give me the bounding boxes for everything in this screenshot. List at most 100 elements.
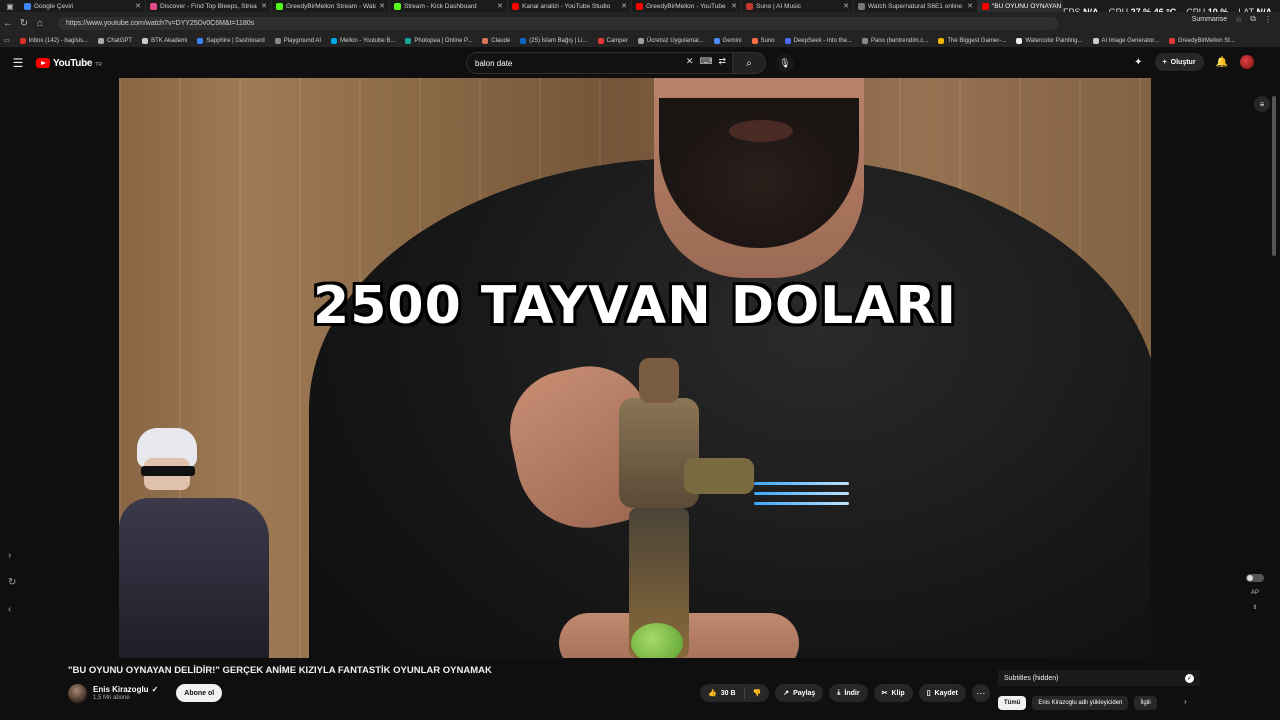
filter-chip[interactable]: Enis Kirazoglu adlı yükleyiciden [1032, 696, 1129, 710]
hamburger-menu-icon[interactable]: ☰ [0, 56, 36, 70]
bookmark-label: The Biggest Gamer-... [947, 37, 1007, 44]
youtube-logo[interactable]: YouTube TR [36, 58, 102, 69]
chips-next-icon[interactable]: › [1184, 697, 1187, 706]
bookmark-item[interactable]: Camper [597, 37, 628, 44]
kebab-menu-icon[interactable]: ⋮ [1264, 15, 1272, 24]
tab-close-icon[interactable]: ✕ [731, 2, 737, 10]
tab-close-icon[interactable]: ✕ [843, 2, 849, 10]
bookmark-item[interactable]: AI Image Generator... [1092, 37, 1159, 44]
bookmark-item[interactable]: Mellon - Youtube B... [331, 37, 395, 44]
video-player[interactable]: 2500 TAYVAN DOLARI [119, 78, 1151, 658]
bookmark-item[interactable]: Playground AI [274, 37, 321, 44]
filter-chip[interactable]: Tümü [998, 696, 1027, 710]
like-button[interactable]: 👍 30 B [700, 684, 744, 702]
tab-close-icon[interactable]: ✕ [967, 2, 973, 10]
clip-button[interactable]: ✂ Klip [873, 684, 913, 702]
bookmark-item[interactable]: Suno [751, 37, 775, 44]
tab-close-icon[interactable]: ✕ [621, 2, 627, 10]
filter-chip[interactable]: İlgili [1134, 696, 1157, 710]
scissors-icon: ✂ [881, 690, 888, 697]
tab-close-icon[interactable]: ✕ [261, 2, 267, 10]
bookmark-item[interactable]: BTK Akademi [142, 37, 187, 44]
extensions-icon[interactable]: ⧉ [1250, 14, 1256, 24]
dislike-button[interactable]: 👎 [745, 684, 770, 702]
browser-tab[interactable]: GreedyBirMellon Stream - Watch ✕ [272, 0, 390, 12]
keyboard-icon[interactable]: ⌨ [699, 56, 712, 67]
channel-name-row[interactable]: Enis Kirazoglu ✓ [93, 685, 158, 694]
download-button[interactable]: ⤓ İndir [829, 684, 868, 702]
like-dislike-group: 👍 30 B 👎 [700, 684, 770, 702]
translate-icon[interactable]: ⇄ [718, 56, 726, 67]
voice-search-icon[interactable]: 🎙 [776, 54, 794, 72]
green-ball [631, 623, 683, 658]
back-icon[interactable]: ← [0, 15, 16, 31]
plus-icon: + [1162, 58, 1167, 66]
right-side-controls: AP ⇕ [1246, 574, 1264, 611]
notifications-bell-icon[interactable]: 🔔 [1216, 57, 1228, 68]
bookmark-item[interactable]: Watercolor Painting... [1016, 37, 1083, 44]
bookmark-item[interactable]: GreedyBirMellon St... [1168, 37, 1235, 44]
share-button[interactable]: ↗ Paylaş [775, 684, 824, 702]
bookmark-item[interactable]: Sapphire | Dashboard [197, 37, 265, 44]
bookmark-item[interactable]: Ücretsiz Uygulamal... [637, 37, 704, 44]
search-inline-icons: ✕ ⌨ ⇄ [686, 56, 726, 67]
cast-icon[interactable]: ✦ [1134, 57, 1142, 68]
download-icon: ⤓ [837, 689, 841, 696]
tab-favicon-icon [982, 2, 989, 10]
browser-tab[interactable]: Watch Supernatural S6E1 online ✕ [854, 0, 978, 12]
account-avatar[interactable] [1240, 55, 1254, 69]
scrollbar-thumb[interactable] [1272, 96, 1276, 256]
page-scrollbar[interactable] [1272, 96, 1276, 716]
home-icon[interactable]: ⌂ [32, 15, 48, 31]
browser-tab[interactable]: Discover - Find Top Bleeps, Strea ✕ [146, 0, 272, 12]
tab-close-icon[interactable]: ✕ [135, 2, 141, 10]
bookmark-item[interactable]: Photopea | Online P... [405, 37, 472, 44]
bookmark-item[interactable]: DeepSeek - Into the... [784, 37, 852, 44]
anime-figure-blindfold [141, 466, 195, 476]
clear-search-icon[interactable]: ✕ [686, 56, 694, 67]
bookmark-item[interactable]: Inbox (142) - bagisis... [19, 37, 88, 44]
chevron-left-icon[interactable]: ‹ [8, 604, 16, 615]
check-icon[interactable]: ✓ [1185, 673, 1194, 683]
blade [754, 492, 849, 495]
subscribe-button[interactable]: Abone ol [176, 684, 223, 702]
browser-tab[interactable]: Kanal analizi - YouTube Studio ✕ [508, 0, 632, 12]
bookmark-item[interactable]: Pano (bentrendim.c... [861, 37, 928, 44]
tab-favicon-icon [150, 2, 157, 10]
browser-tab[interactable]: Stream - Kick Dashboard ✕ [390, 0, 508, 12]
bookmark-item[interactable]: The Biggest Gamer-... [938, 37, 1007, 44]
bookmark-item[interactable]: Gemini [713, 37, 742, 44]
browser-tab[interactable]: Suno | AI Music ✕ [742, 0, 854, 12]
browser-menu-icon[interactable]: ▣ [0, 0, 20, 12]
expand-icon[interactable]: ⇕ [1252, 604, 1257, 611]
tab-favicon-icon [24, 2, 31, 10]
side-menu-icon[interactable]: ≡ [1254, 96, 1270, 112]
bookmark-label: AI Image Generator... [1101, 37, 1159, 44]
search-button[interactable]: ⌕ [732, 52, 766, 74]
summarise-button[interactable]: Summarise [1192, 16, 1227, 23]
action-figure-arm [684, 458, 754, 494]
reload-icon[interactable]: ↻ [16, 15, 32, 31]
thumbs-up-icon: 👍 [708, 690, 717, 697]
save-button[interactable]: ▯ Kaydet [918, 684, 966, 702]
create-button[interactable]: + Oluştur [1154, 53, 1204, 71]
tab-favicon-icon [858, 2, 865, 10]
tab-close-icon[interactable]: ✕ [497, 2, 503, 10]
action-figure-head [639, 358, 679, 403]
tab-close-icon[interactable]: ✕ [379, 2, 385, 10]
url-field[interactable]: https://www.youtube.com/watch?v=DYY25Dv0… [58, 16, 1058, 30]
bookmark-item[interactable]: Claude [482, 37, 510, 44]
browser-tab[interactable]: Google Çeviri ✕ [20, 0, 146, 12]
chevron-right-icon[interactable]: › [8, 550, 16, 561]
subtitles-panel[interactable]: Subtitles (hidden) ✓ [998, 670, 1200, 686]
bookmark-favicon-icon [713, 37, 720, 44]
star-icon[interactable]: ☆ [1235, 15, 1242, 24]
bookmark-item[interactable]: ChatGPT [98, 37, 132, 44]
refresh-icon[interactable]: ↻ [8, 577, 16, 588]
bookmark-folder-icon[interactable]: ▭ [4, 37, 10, 44]
autoplay-toggle[interactable] [1246, 574, 1264, 582]
channel-avatar[interactable] [68, 683, 87, 703]
bookmark-item[interactable]: (25) İslam Bağış | Li... [520, 37, 588, 44]
more-actions-icon[interactable]: ⋯ [971, 684, 990, 702]
browser-tab[interactable]: GreedyBirMellon - YouTube ✕ [632, 0, 742, 12]
